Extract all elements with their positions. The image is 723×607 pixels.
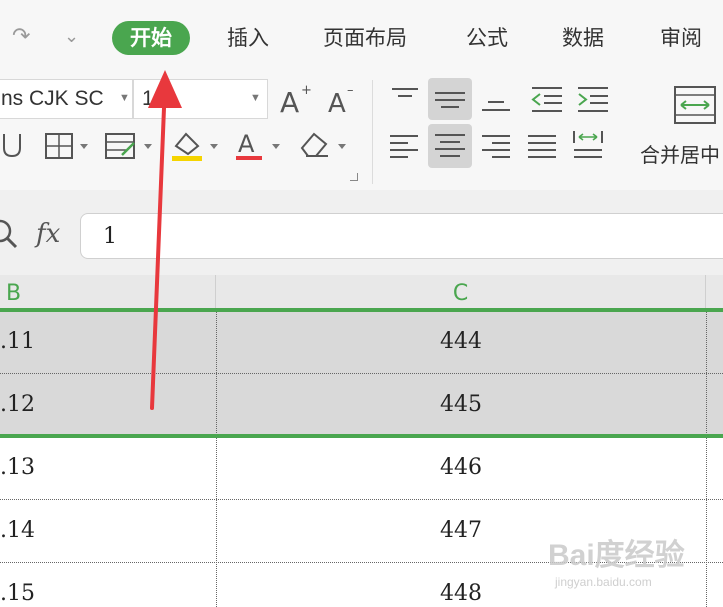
annotation-arrow (148, 70, 182, 410)
